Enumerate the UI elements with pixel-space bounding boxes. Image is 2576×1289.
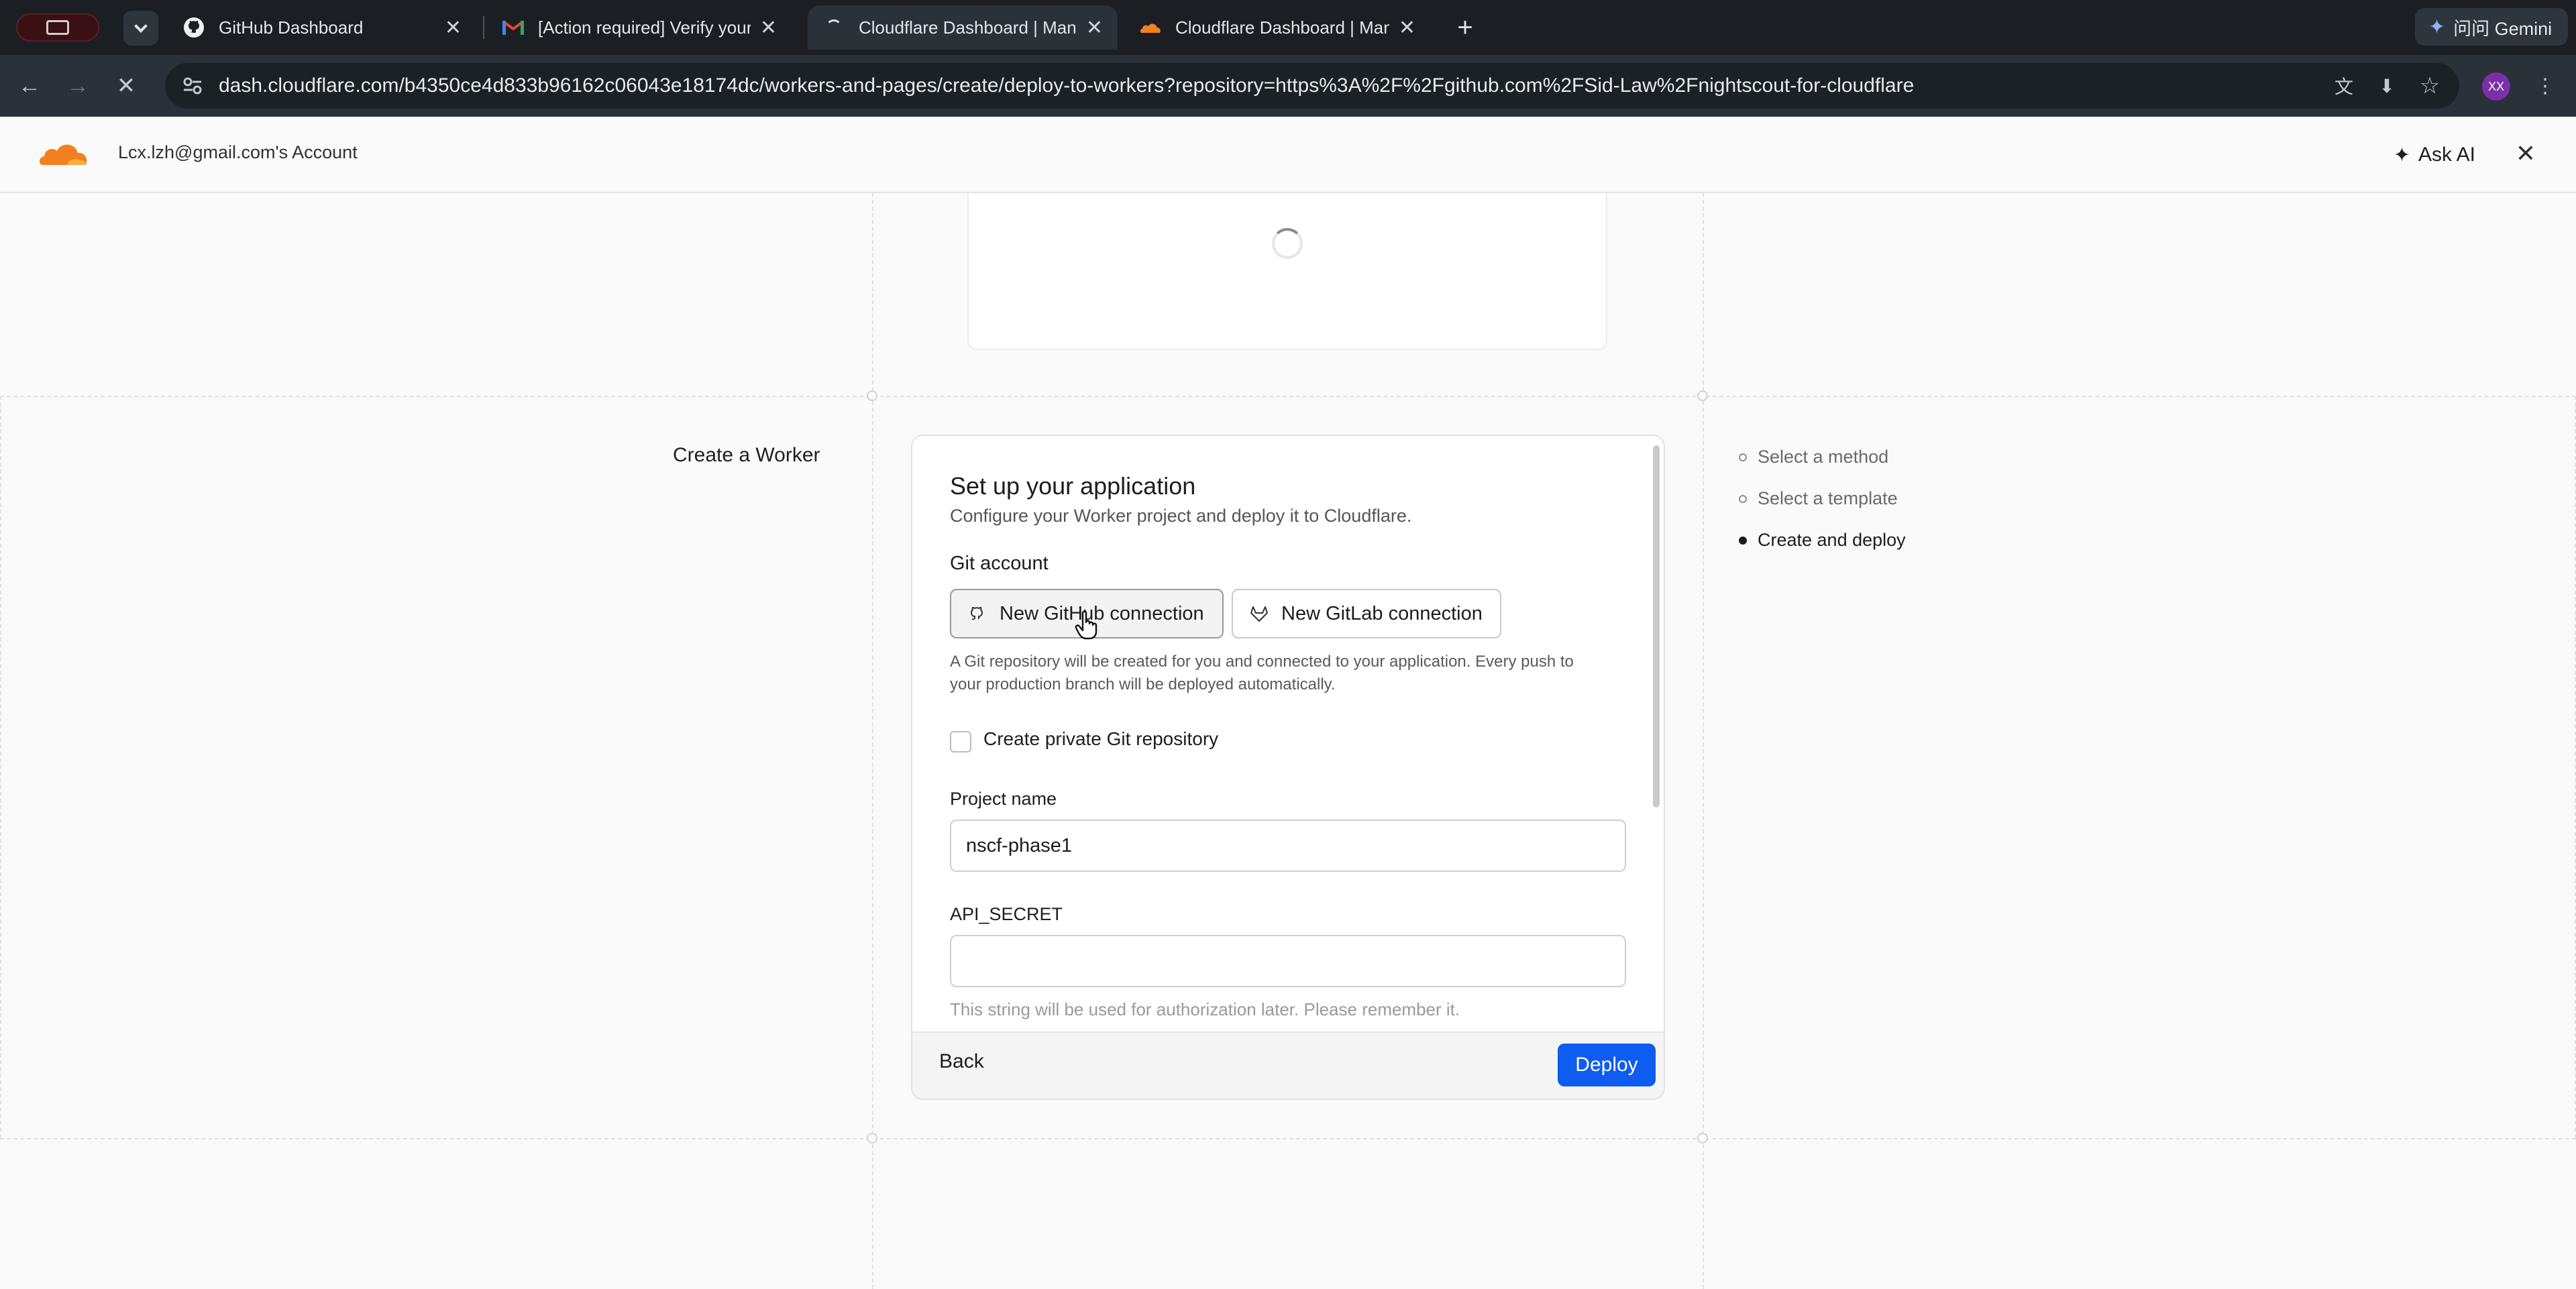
tab-title: Cloudflare Dashboard | Mana — [859, 17, 1077, 38]
gmail-icon — [502, 16, 525, 39]
api-secret-input[interactable] — [950, 935, 1626, 987]
stop-loading-icon[interactable]: ✕ — [110, 70, 142, 102]
more-menu-icon[interactable]: ⋮ — [2529, 70, 2561, 102]
card-footer: Back Deploy — [912, 1031, 1664, 1099]
grid-handle — [867, 390, 877, 401]
step-label: Select a template — [1758, 488, 1898, 508]
close-icon[interactable]: ✕ — [1086, 16, 1103, 40]
loading-card — [967, 193, 1607, 350]
ask-ai-button[interactable]: ✦ Ask AI — [2394, 137, 2475, 173]
github-icon — [182, 16, 205, 39]
grid-handle — [1697, 390, 1708, 401]
github-icon — [967, 604, 987, 624]
tab-search-button[interactable] — [123, 11, 158, 46]
browser-toolbar: ← → ✕ dash.cloudflare.com/b4350ce4d833b9… — [0, 55, 2576, 117]
dashboard-header: Lcx.lzh@gmail.com's Account ✦ Ask AI ✕ — [0, 117, 2576, 193]
setup-application-card: Set up your application Configure your W… — [911, 435, 1665, 1100]
install-app-icon[interactable]: ⬇ — [2371, 70, 2403, 102]
grid-guide-line — [0, 1138, 2576, 1139]
back-arrow-icon[interactable]: ← — [13, 70, 46, 102]
forward-arrow-icon[interactable]: → — [62, 70, 94, 102]
profile-initials: XX — [2487, 79, 2504, 93]
github-button-label: New GitHub connection — [1000, 602, 1204, 624]
card-scroll-area[interactable]: Set up your application Configure your W… — [912, 436, 1664, 1033]
close-icon[interactable]: ✕ — [1399, 16, 1415, 40]
hand-cursor-icon — [1075, 610, 1099, 643]
close-icon[interactable]: ✕ — [760, 16, 777, 40]
tab-github[interactable]: GitHub Dashboard ✕ — [168, 5, 476, 50]
private-repo-label[interactable]: Create private Git repository — [983, 728, 1218, 750]
loading-icon — [822, 16, 845, 39]
profile-avatar[interactable]: XX — [2482, 72, 2510, 101]
close-icon[interactable]: ✕ — [445, 16, 462, 40]
deploy-button[interactable]: Deploy — [1558, 1044, 1656, 1086]
tab-title: [Action required] Verify your — [538, 17, 751, 38]
card-subtitle: Configure your Worker project and deploy… — [950, 506, 1412, 526]
chevron-down-icon — [134, 19, 148, 33]
address-bar[interactable]: dash.cloudflare.com/b4350ce4d833b96162c0… — [165, 63, 2459, 109]
gemini-label: 问问 Gemini — [2453, 18, 2553, 39]
tab-gmail[interactable]: [Action required] Verify your ✕ — [487, 5, 792, 50]
section-title: Create a Worker — [673, 444, 820, 466]
api-secret-help-text: This string will be used for authorizati… — [950, 999, 1460, 1019]
loading-spinner-icon — [1272, 228, 1303, 259]
account-name[interactable]: Lcx.lzh@gmail.com's Account — [118, 142, 358, 163]
tab-group-icon — [46, 20, 69, 35]
grid-guide-line — [1703, 193, 1704, 1289]
step-create-and-deploy: Create and deploy — [1739, 530, 1906, 551]
close-icon[interactable]: ✕ — [2516, 139, 2536, 168]
grid-handle — [867, 1133, 877, 1143]
gemini-button[interactable]: ✦ 问问 Gemini — [2415, 8, 2568, 46]
project-name-label: Project name — [950, 789, 1057, 809]
step-label: Create and deploy — [1758, 530, 1906, 550]
project-name-input[interactable] — [950, 820, 1626, 872]
grid-guide-line — [872, 193, 873, 1289]
ask-ai-label: Ask AI — [2418, 144, 2475, 166]
step-select-template: Select a template — [1739, 488, 1898, 509]
help-line: A Git repository will be created for you… — [950, 653, 1574, 671]
tab-title: Cloudflare Dashboard | Mana — [1175, 17, 1389, 38]
grid-guide-line — [0, 396, 1, 1138]
new-tab-button[interactable]: + — [1449, 12, 1481, 44]
card-scrollbar[interactable] — [1653, 445, 1660, 807]
step-select-method: Select a method — [1739, 447, 1888, 467]
git-account-help-text: A Git repository will be created for you… — [950, 651, 1621, 696]
grid-guide-line — [0, 396, 2576, 397]
step-dot-icon — [1739, 494, 1747, 503]
back-button[interactable]: Back — [939, 1050, 984, 1073]
git-account-label: Git account — [950, 553, 1049, 574]
step-label: Select a method — [1758, 447, 1889, 467]
help-line: your production branch will be deployed … — [950, 675, 1336, 693]
sparkle-icon: ✦ — [2393, 144, 2410, 166]
card-title: Set up your application — [950, 472, 1196, 500]
cloudflare-icon — [1139, 16, 1162, 39]
bookmark-star-icon[interactable]: ☆ — [2414, 70, 2446, 102]
gemini-icon: ✦ — [2428, 15, 2446, 38]
tab-cloudflare[interactable]: Cloudflare Dashboard | Mana ✕ — [1124, 5, 1430, 50]
new-gitlab-connection-button[interactable]: New GitLab connection — [1232, 589, 1501, 638]
step-dot-icon — [1739, 536, 1747, 545]
private-repo-checkbox[interactable] — [950, 731, 971, 752]
url-text: dash.cloudflare.com/b4350ce4d833b96162c0… — [219, 74, 1915, 97]
grid-handle — [1697, 1133, 1708, 1143]
tab-cloudflare-active[interactable]: Cloudflare Dashboard | Mana ✕ — [808, 5, 1118, 50]
gitlab-icon — [1249, 604, 1269, 624]
tab-title: GitHub Dashboard — [219, 17, 364, 38]
site-settings-icon[interactable] — [181, 74, 204, 97]
api-secret-label: API_SECRET — [950, 904, 1063, 924]
tab-separator — [483, 16, 484, 39]
cloudflare-logo-icon[interactable] — [38, 138, 90, 171]
tab-group-pill[interactable] — [16, 13, 99, 42]
translate-icon[interactable]: 文 — [2328, 70, 2360, 102]
step-dot-icon — [1739, 453, 1747, 461]
gitlab-button-label: New GitLab connection — [1281, 602, 1483, 624]
browser-tab-bar: GitHub Dashboard ✕ [Action required] Ver… — [0, 0, 2576, 55]
